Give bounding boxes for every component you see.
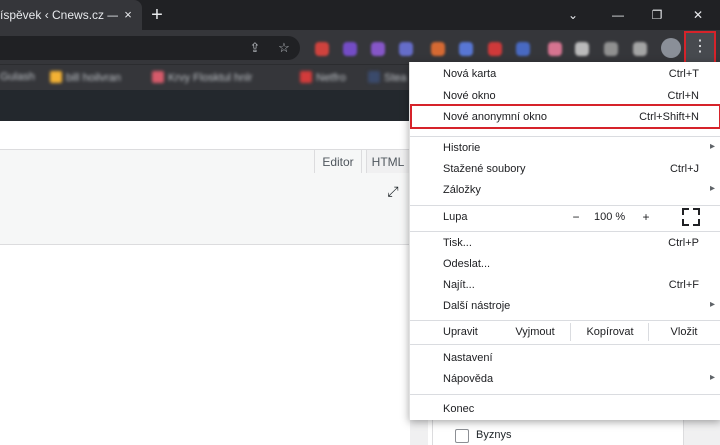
zoom-label: Lupa [443, 211, 468, 223]
menu-separator [410, 394, 720, 395]
menu-item-help[interactable]: Nápověda ▸ [410, 369, 720, 390]
extension-icon[interactable] [633, 42, 647, 56]
chrome-main-menu: Nová karta Ctrl+T Nové okno Ctrl+N Nové … [409, 62, 720, 420]
menu-item-downloads[interactable]: Stažené soubory Ctrl+J [410, 159, 720, 180]
menu-separator [410, 205, 720, 206]
bookmark-item[interactable]: Krvy Flosktul hnlr [152, 71, 252, 85]
menu-item-exit[interactable]: Konec [410, 399, 720, 420]
tab-search-icon[interactable]: ⌄ [553, 0, 593, 30]
menu-item-new-tab[interactable]: Nová karta Ctrl+T [410, 64, 720, 85]
extension-icon[interactable] [343, 42, 357, 56]
address-bar[interactable]: ⇪ ☆ [0, 36, 300, 60]
bookmark-favicon-icon [152, 71, 164, 83]
menu-item-print[interactable]: Tisk... Ctrl+P [410, 233, 720, 254]
menu-separator [410, 136, 720, 137]
submenu-arrow-icon: ▸ [709, 299, 715, 310]
bookmark-star-icon[interactable]: ☆ [276, 40, 292, 56]
menu-item-cast[interactable]: Odeslat... [410, 254, 720, 275]
browser-tab[interactable]: íspěvek ‹ Cnews.cz — W × [0, 0, 142, 30]
bookmark-item[interactable]: Stea [368, 71, 407, 85]
zoom-out-button[interactable]: − [568, 208, 584, 226]
extension-icon[interactable] [371, 42, 385, 56]
bookmark-favicon-icon [300, 71, 312, 83]
category-box [432, 420, 684, 445]
share-icon[interactable]: ⇪ [247, 40, 263, 56]
bookmark-favicon-icon [50, 71, 62, 83]
extension-icon[interactable] [431, 42, 445, 56]
new-tab-icon[interactable]: + [148, 5, 166, 25]
extension-icon[interactable] [459, 42, 473, 56]
close-tab-icon[interactable]: × [120, 7, 136, 23]
copy-button[interactable]: Kopírovat [571, 320, 649, 344]
menu-item-bookmarks[interactable]: Záložky ▸ [410, 180, 720, 201]
chrome-menu-icon[interactable]: ⋮ [684, 31, 716, 65]
profile-avatar[interactable] [661, 38, 681, 58]
menu-separator [410, 344, 720, 345]
category-label: Byznys [476, 429, 512, 441]
extension-icon[interactable] [315, 42, 329, 56]
edit-label: Upravit [443, 326, 478, 338]
fullscreen-icon[interactable]: ⤢ [385, 183, 401, 199]
extension-icon[interactable] [604, 42, 618, 56]
fullscreen-icon[interactable] [682, 208, 700, 226]
zoom-level: 100 % [594, 211, 626, 223]
restore-icon[interactable]: ❐ [637, 0, 677, 30]
extension-icon[interactable] [575, 42, 589, 56]
extension-icon[interactable] [488, 42, 502, 56]
minimize-icon[interactable]: — [598, 0, 638, 30]
sidebar-gutter [683, 420, 720, 445]
extension-icon[interactable] [548, 42, 562, 56]
cut-button[interactable]: Vyjmout [502, 320, 568, 344]
bookmark-item[interactable]: bill hoilvran [50, 71, 121, 85]
menu-separator [410, 231, 720, 232]
paste-button[interactable]: Vložit [649, 320, 719, 344]
close-window-icon[interactable]: ✕ [678, 0, 718, 30]
highlight-frame [410, 104, 720, 129]
tab-html[interactable]: HTML [366, 149, 410, 173]
tab-strip: íspěvek ‹ Cnews.cz — W × + ⌄ — ❐ ✕ [0, 0, 720, 30]
menu-item-more-tools[interactable]: Další nástroje ▸ [410, 296, 720, 317]
submenu-arrow-icon: ▸ [709, 141, 715, 152]
sidebar-gutter [410, 420, 428, 445]
zoom-in-button[interactable]: + [638, 208, 654, 226]
extension-icon[interactable] [516, 42, 530, 56]
extension-icon[interactable] [399, 42, 413, 56]
browser-toolbar: ⇪ ☆ [0, 30, 720, 64]
submenu-arrow-icon: ▸ [709, 372, 715, 383]
menu-item-settings[interactable]: Nastavení [410, 348, 720, 369]
category-checkbox[interactable] [455, 429, 469, 443]
edit-row: Upravit Vyjmout Kopírovat Vložit [410, 320, 720, 344]
bookmark-item[interactable]: Netfro [300, 71, 346, 85]
bookmark-favicon-icon [368, 71, 380, 83]
tab-title: íspěvek ‹ Cnews.cz — W [0, 8, 118, 22]
submenu-arrow-icon: ▸ [709, 183, 715, 194]
tab-editor[interactable]: Editor [314, 149, 362, 173]
menu-item-history[interactable]: Historie ▸ [410, 138, 720, 159]
menu-item-find[interactable]: Najít... Ctrl+F [410, 275, 720, 296]
bookmark-item[interactable]: Gulash [0, 71, 35, 85]
